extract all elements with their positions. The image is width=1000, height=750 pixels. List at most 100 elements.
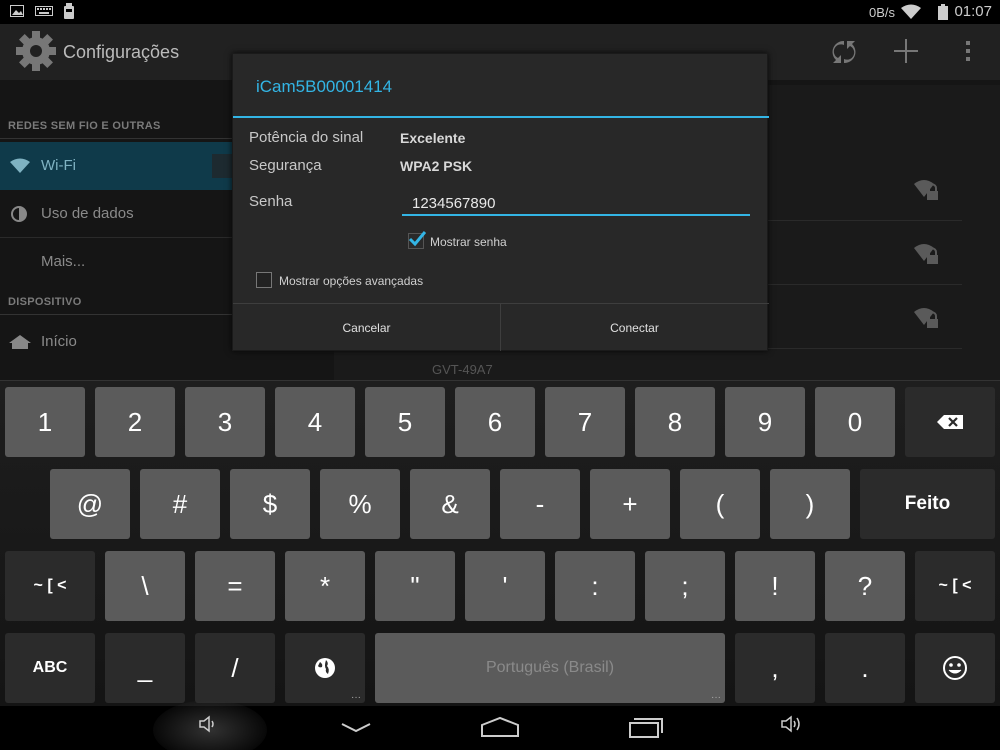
smiley-icon (943, 656, 967, 680)
key-6[interactable]: 6 (455, 387, 535, 457)
key-1[interactable]: 1 (5, 387, 85, 457)
key-7[interactable]: 7 (545, 387, 625, 457)
data-usage-icon (11, 206, 27, 222)
sidebar-item-label: Wi-Fi (41, 157, 76, 174)
usb-storage-icon (64, 3, 74, 19)
wifi-icon (10, 158, 30, 173)
key-0[interactable]: 0 (815, 387, 895, 457)
battery-icon (938, 4, 948, 20)
divider (0, 138, 232, 139)
key-dollar[interactable]: $ (230, 469, 310, 539)
key-backslash[interactable]: \ (105, 551, 185, 621)
wifi-connect-dialog: iCam5B00001414 Potência do sinal Excelen… (232, 53, 769, 351)
sidebar-item-data-usage[interactable]: Uso de dados (0, 190, 232, 238)
home-icon (9, 335, 31, 349)
cancel-button[interactable]: Cancelar (233, 304, 500, 351)
key-equals[interactable]: = (195, 551, 275, 621)
wps-icon[interactable] (830, 38, 858, 66)
key-4[interactable]: 4 (275, 387, 355, 457)
key-open-paren[interactable]: ( (680, 469, 760, 539)
clock: 01:07 (954, 3, 992, 20)
key-exclamation[interactable]: ! (735, 551, 815, 621)
status-bar: 0B/s 01:07 (0, 0, 1000, 24)
connect-button[interactable]: Conectar (501, 304, 768, 351)
recent-apps-icon[interactable] (628, 715, 664, 739)
volume-up-icon[interactable] (780, 714, 802, 734)
volume-down-icon[interactable] (198, 714, 218, 734)
more-symbols-key-left[interactable]: ~ [ < (5, 551, 95, 621)
key-semicolon[interactable]: ; (645, 551, 725, 621)
language-key[interactable]: ··· (285, 633, 365, 703)
key-5[interactable]: 5 (365, 387, 445, 457)
key-percent[interactable]: % (320, 469, 400, 539)
key-close-paren[interactable]: ) (770, 469, 850, 539)
sidebar-item-home[interactable]: Início (0, 318, 232, 366)
sidebar-item-label: Mais... (41, 253, 86, 270)
keyboard-notification-icon (35, 6, 53, 16)
dialog-title: iCam5B00001414 (256, 77, 393, 96)
advanced-options-checkbox[interactable] (256, 272, 272, 288)
backspace-icon (937, 415, 963, 429)
done-key[interactable]: Feito (860, 469, 995, 539)
show-password-label: Mostrar senha (430, 235, 507, 249)
key-question[interactable]: ? (825, 551, 905, 621)
page-title: Configurações (63, 42, 180, 62)
sidebar-item-label: Uso de dados (41, 205, 134, 222)
key-8[interactable]: 8 (635, 387, 715, 457)
data-rate: 0B/s (869, 5, 896, 20)
key-hash[interactable]: # (140, 469, 220, 539)
key-asterisk[interactable]: * (285, 551, 365, 621)
key-at[interactable]: @ (50, 469, 130, 539)
security-label: Segurança (249, 157, 322, 174)
wifi-toggle[interactable] (212, 154, 232, 178)
key-period[interactable]: . (825, 633, 905, 703)
space-key[interactable]: Português (Brasil) ··· (375, 633, 725, 703)
section-header-wireless: REDES SEM FIO E OUTRAS (8, 120, 161, 132)
sidebar-item-more[interactable]: Mais... (0, 238, 232, 286)
signal-strength-label: Potência do sinal (249, 129, 364, 146)
password-field[interactable] (402, 188, 750, 216)
wifi-signal-icon (901, 4, 921, 19)
more-symbols-key-right[interactable]: ~ [ < (915, 551, 995, 621)
key-slash[interactable]: / (195, 633, 275, 703)
globe-icon (315, 658, 335, 678)
more-dots: ··· (351, 692, 361, 703)
signal-strength-value: Excelente (400, 130, 466, 146)
show-password-checkbox[interactable] (408, 231, 426, 249)
key-double-quote[interactable]: " (375, 551, 455, 621)
key-apostrophe[interactable]: ' (465, 551, 545, 621)
back-icon[interactable] (340, 720, 372, 734)
emoji-key[interactable] (915, 633, 995, 703)
key-3[interactable]: 3 (185, 387, 265, 457)
wifi-lock-icon (914, 308, 938, 328)
soft-keyboard: 1 2 3 4 5 6 7 8 9 0 @ # $ % & - + ( ) Fe… (0, 380, 1000, 706)
backspace-key[interactable] (905, 387, 995, 457)
home-nav-icon[interactable] (480, 716, 520, 738)
section-header-device: DISPOSITIVO (8, 296, 82, 308)
overflow-menu-icon[interactable] (965, 40, 971, 62)
navigation-bar (0, 700, 1000, 750)
key-plus[interactable]: + (590, 469, 670, 539)
key-comma[interactable]: , (735, 633, 815, 703)
key-2[interactable]: 2 (95, 387, 175, 457)
key-ampersand[interactable]: & (410, 469, 490, 539)
wifi-lock-icon (914, 244, 938, 264)
key-colon[interactable]: : (555, 551, 635, 621)
password-label: Senha (249, 193, 293, 210)
wifi-lock-icon (914, 180, 938, 200)
sidebar-item-wifi[interactable]: Wi-Fi (0, 142, 232, 190)
divider (0, 314, 232, 315)
key-minus[interactable]: - (500, 469, 580, 539)
key-underscore[interactable]: _ (105, 633, 185, 703)
abc-key[interactable]: ABC (5, 633, 95, 703)
image-notification-icon (10, 5, 24, 17)
settings-gear-icon[interactable] (14, 29, 58, 73)
key-9[interactable]: 9 (725, 387, 805, 457)
space-key-label: Português (Brasil) (485, 659, 615, 676)
checkmark-icon (408, 231, 426, 247)
network-name-partial[interactable]: GVT-49A7 (432, 362, 493, 377)
sidebar-item-label: Início (41, 333, 77, 350)
security-value: WPA2 PSK (400, 158, 473, 174)
more-dots: ··· (711, 692, 721, 703)
add-network-icon[interactable] (894, 39, 918, 63)
